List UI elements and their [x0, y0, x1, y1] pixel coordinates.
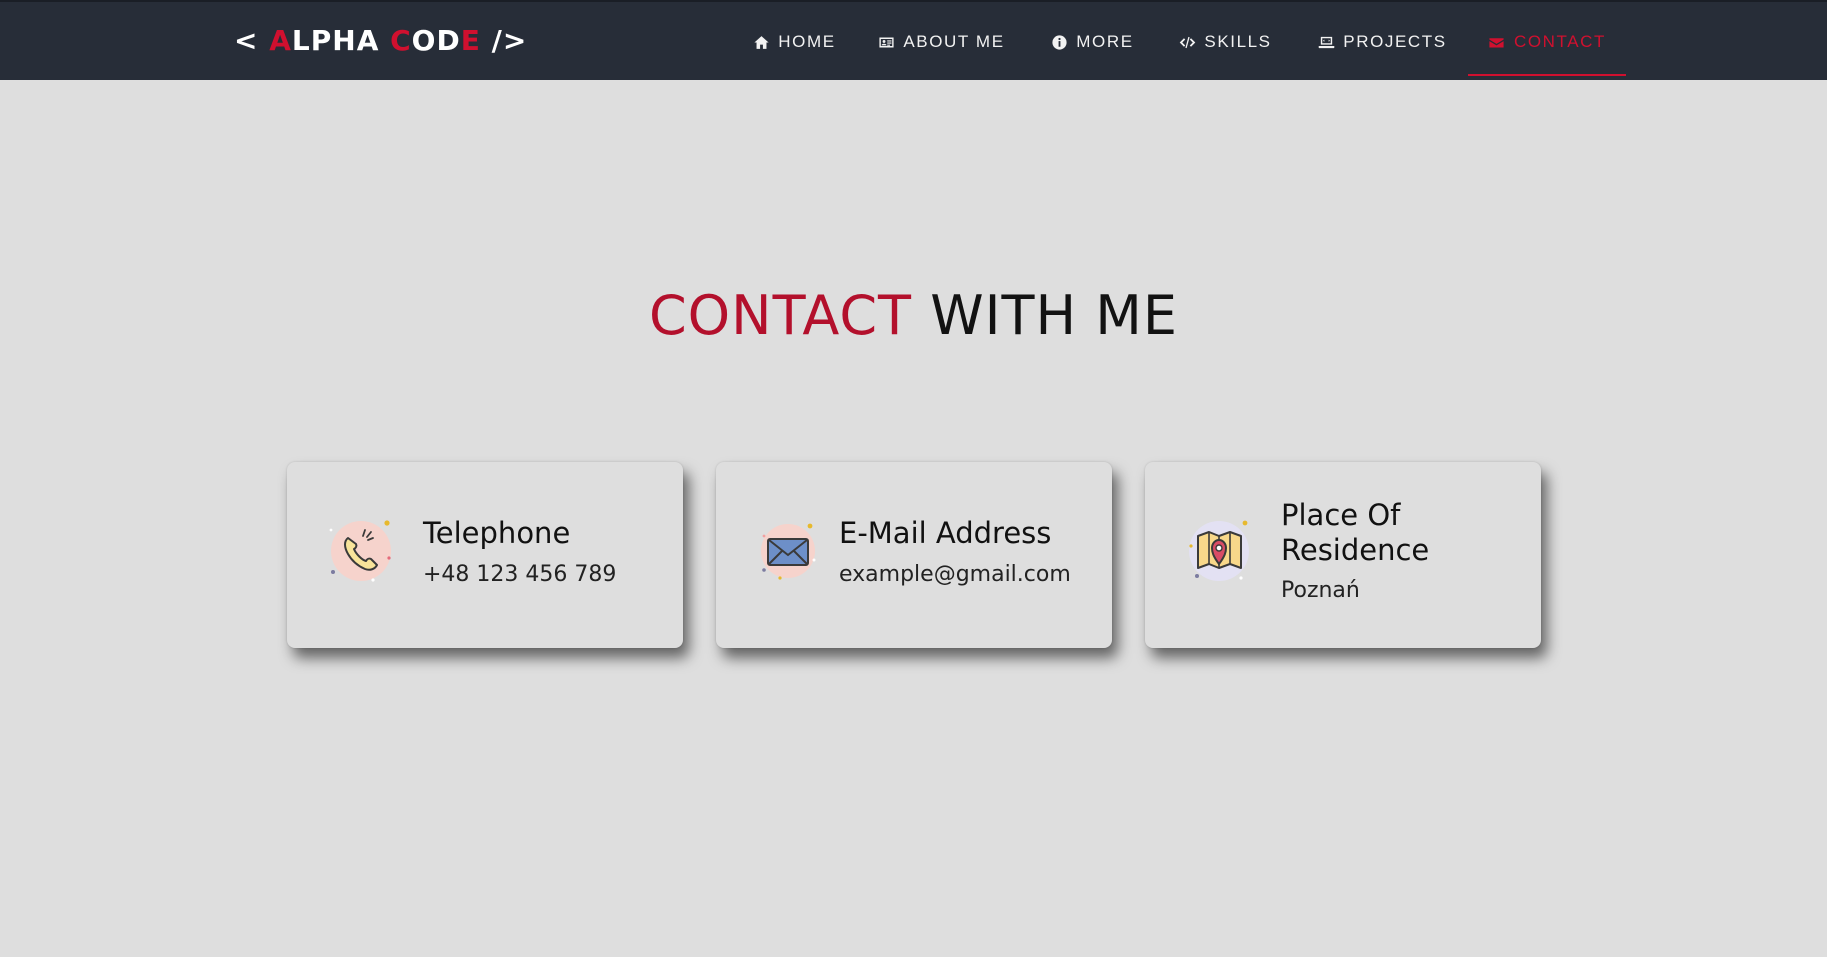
nav-item-label: HOME — [778, 32, 836, 51]
brand-part: /> — [480, 24, 528, 57]
nav-item-projects[interactable]: PROJECTS — [1312, 2, 1452, 82]
title-highlight: CONTACT — [648, 284, 913, 347]
laptop-icon — [1317, 33, 1335, 51]
residence-value: Poznań — [1281, 578, 1360, 603]
card-title: Telephone — [423, 516, 571, 550]
card-title: Place Of Residence — [1281, 498, 1430, 567]
contact-card-residence: Place Of Residence Poznań — [1145, 462, 1541, 648]
nav-item-label: MORE — [1076, 32, 1134, 51]
nav-item-label: SKILLS — [1204, 32, 1272, 51]
nav-item-skills[interactable]: SKILLS — [1172, 2, 1278, 82]
envelope-icon — [754, 516, 822, 584]
map-pin-icon — [1185, 516, 1253, 584]
home-icon — [752, 33, 770, 51]
brand-part: LPHA — [291, 24, 391, 57]
info-icon — [1050, 33, 1068, 51]
nav-item-about-me[interactable]: ABOUT ME — [872, 2, 1010, 82]
brand-part: OD — [411, 24, 461, 57]
nav-item-label: ABOUT ME — [903, 32, 1005, 51]
nav-item-more[interactable]: MORE — [1044, 2, 1140, 82]
card-title: E-Mail Address — [839, 516, 1052, 550]
contact-card-email: E-Mail Address example@gmail.com — [716, 462, 1112, 648]
brand-part-accent: E — [460, 24, 481, 57]
title-rest: WITH ME — [930, 284, 1179, 347]
nav-item-label: CONTACT — [1513, 32, 1607, 51]
navbar: < ALPHA CODE /> HOME ABOUT ME MORE SKILL… — [0, 0, 1827, 80]
brand-part-accent: C — [390, 24, 412, 57]
id-card-icon — [877, 33, 895, 51]
nav-item-home[interactable]: HOME — [740, 2, 848, 82]
brand-part-accent: A — [269, 24, 292, 57]
nav-item-label: PROJECTS — [1343, 32, 1447, 51]
telephone-value[interactable]: +48 123 456 789 — [423, 562, 616, 587]
telephone-icon — [327, 516, 395, 584]
brand-part: < — [234, 24, 270, 57]
email-value[interactable]: example@gmail.com — [839, 562, 1071, 587]
envelope-icon — [1488, 33, 1506, 51]
contact-card-telephone: Telephone +48 123 456 789 — [287, 462, 683, 648]
nav-item-contact[interactable]: CONTACT — [1468, 2, 1626, 82]
page-title: CONTACT WITH ME — [0, 284, 1827, 347]
code-icon — [1178, 33, 1196, 51]
brand-logo[interactable]: < ALPHA CODE /> — [234, 24, 527, 57]
